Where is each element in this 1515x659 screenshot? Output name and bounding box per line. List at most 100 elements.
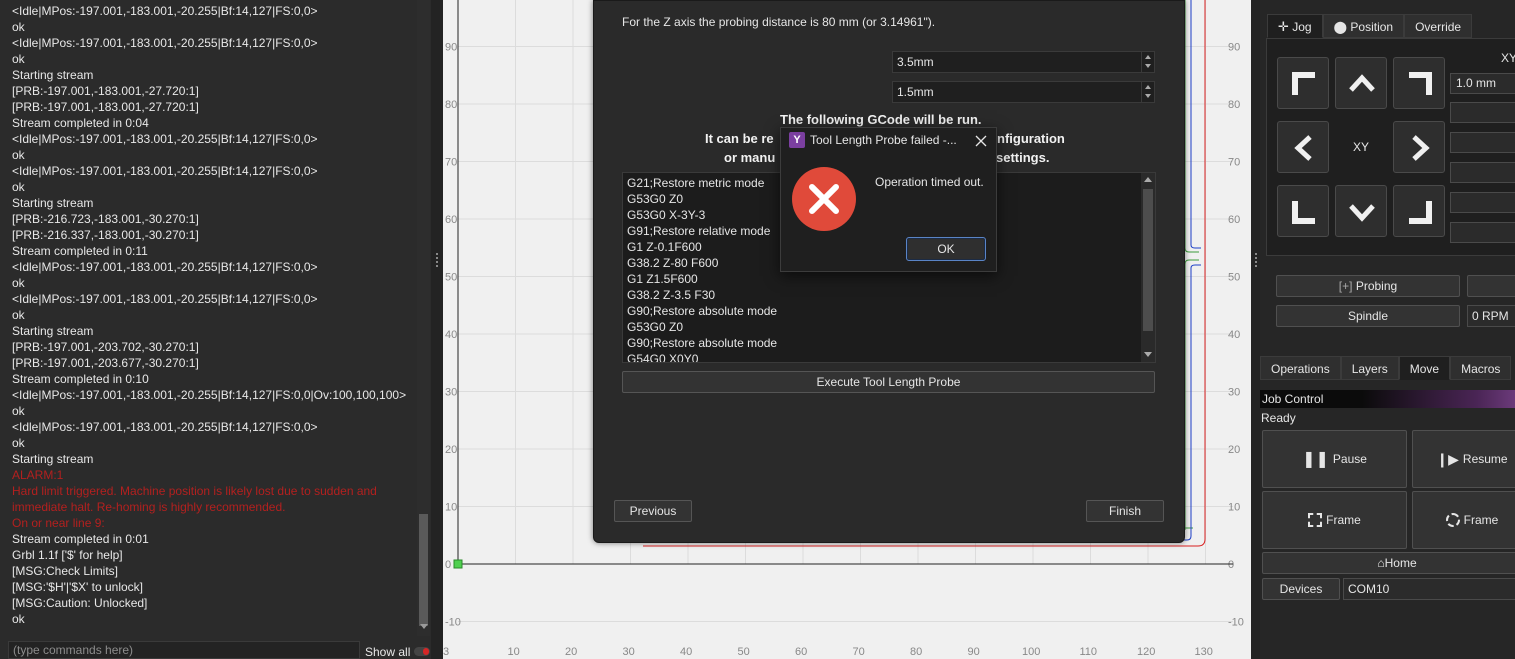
home-button[interactable]: ⌂Home bbox=[1262, 552, 1515, 574]
jog-up-right-button[interactable] bbox=[1393, 57, 1445, 109]
scroll-down-arrow-icon[interactable] bbox=[1144, 352, 1152, 357]
tab-position[interactable]: ⬤ Position bbox=[1322, 14, 1405, 38]
resume-icon: ❙▶ bbox=[1436, 450, 1459, 467]
frame-button[interactable]: Frame bbox=[1262, 491, 1407, 549]
gcode-line: G1 Z1.5F600 bbox=[627, 272, 698, 286]
retract-distance-spinbox[interactable]: 1.5mm bbox=[892, 81, 1155, 103]
frame-circle-button[interactable]: Frame bbox=[1412, 491, 1515, 549]
tab-jog-label: Jog bbox=[1292, 20, 1312, 34]
devices-label: Devices bbox=[1279, 582, 1323, 596]
console-line: [PRB:-216.337,-183.001,-30.270:1] bbox=[12, 228, 199, 242]
tab-jog[interactable]: ✛ Jog bbox=[1267, 14, 1323, 38]
console-line: Starting stream bbox=[12, 324, 94, 338]
app-icon: Y bbox=[789, 132, 805, 148]
jog-field-3[interactable] bbox=[1450, 162, 1515, 183]
arrow-down-right-icon bbox=[1409, 201, 1432, 224]
y-tick-label: 0 bbox=[1228, 559, 1234, 571]
tab-macros[interactable]: Macros bbox=[1450, 356, 1512, 380]
probing-button[interactable]: [+] Probing bbox=[1276, 275, 1460, 297]
console-line: On or near line 9: bbox=[12, 516, 105, 530]
console-line: Starting stream bbox=[12, 68, 94, 82]
show-all-toggle[interactable] bbox=[414, 647, 430, 656]
pause-icon: ❚❚ bbox=[1302, 451, 1329, 468]
splitter-grip-icon bbox=[436, 253, 438, 269]
gcode-scrollbar[interactable] bbox=[1141, 173, 1155, 362]
jog-left-button[interactable] bbox=[1277, 121, 1329, 173]
crosshair-icon: ✛ bbox=[1278, 19, 1289, 34]
spin-arrows-icon[interactable] bbox=[1141, 82, 1154, 102]
tab-layers[interactable]: Layers bbox=[1340, 356, 1399, 380]
gcode-line: G53G0 Z0 bbox=[627, 320, 684, 334]
frame-label: Frame bbox=[1326, 513, 1361, 527]
gcode-scroll-thumb[interactable] bbox=[1143, 189, 1153, 331]
y-tick-label: 40 bbox=[445, 329, 457, 341]
pause-button[interactable]: ❚❚ Pause bbox=[1262, 430, 1407, 488]
probe-extra-button[interactable] bbox=[1467, 275, 1515, 297]
x-tick-label: 10 bbox=[508, 646, 520, 658]
jog-field-1[interactable] bbox=[1450, 102, 1515, 123]
jog-field-4[interactable] bbox=[1450, 192, 1515, 213]
y-tick-label: 0 bbox=[445, 559, 451, 571]
console-line: [MSG:Check Limits] bbox=[12, 564, 119, 578]
console-line: Stream completed in 0:10 bbox=[12, 372, 149, 386]
y-tick-label: 20 bbox=[1228, 444, 1240, 456]
devices-button[interactable]: Devices bbox=[1262, 578, 1340, 600]
y-tick-label: 10 bbox=[445, 502, 457, 514]
job-control-label: Job Control bbox=[1262, 392, 1324, 406]
jog-up-button[interactable] bbox=[1335, 57, 1387, 109]
console-line: <Idle|MPos:-197.001,-183.001,-20.255|Bf:… bbox=[12, 260, 318, 274]
show-all-label: Show all bbox=[365, 645, 411, 659]
jog-field-5[interactable] bbox=[1450, 222, 1515, 243]
tab-override-label: Override bbox=[1415, 20, 1462, 34]
y-tick-label: -10 bbox=[445, 617, 461, 629]
job-status: Ready bbox=[1261, 411, 1296, 425]
resume-button[interactable]: ❙▶ Resume bbox=[1412, 430, 1515, 488]
gcode-heading: The following GCode will be run. bbox=[780, 112, 982, 127]
previous-button[interactable]: Previous bbox=[614, 500, 692, 522]
tab-operations[interactable]: Operations bbox=[1260, 356, 1341, 380]
jog-up-left-button[interactable] bbox=[1277, 57, 1329, 109]
scroll-up-arrow-icon[interactable] bbox=[1144, 177, 1152, 182]
x-tick-label: 80 bbox=[910, 646, 922, 658]
scroll-down-arrow-icon[interactable] bbox=[420, 624, 428, 629]
jog-down-left-button[interactable] bbox=[1277, 185, 1329, 237]
tab-move-label: Move bbox=[1409, 362, 1440, 376]
tab-move[interactable]: Move bbox=[1398, 356, 1451, 380]
console-line: <Idle|MPos:-197.001,-183.001,-20.255|Bf:… bbox=[12, 292, 318, 306]
ok-button[interactable]: OK bbox=[906, 237, 986, 261]
console-line: Stream completed in 0:01 bbox=[12, 532, 149, 546]
close-icon[interactable] bbox=[973, 133, 989, 149]
finish-button[interactable]: Finish bbox=[1086, 500, 1164, 522]
console-scrollbar[interactable] bbox=[417, 0, 430, 636]
probe-depth-spinbox[interactable]: 3.5mm bbox=[892, 51, 1155, 73]
y-tick-label: 20 bbox=[445, 444, 457, 456]
console-line: ok bbox=[12, 436, 25, 450]
spindle-rpm-field: 0 RPM bbox=[1467, 305, 1515, 327]
jog-down-right-button[interactable] bbox=[1393, 185, 1445, 237]
job-control-header: Job Control bbox=[1260, 390, 1515, 408]
jog-right-button[interactable] bbox=[1393, 121, 1445, 173]
spindle-rpm-value: 0 RPM bbox=[1472, 309, 1509, 323]
console-line: [PRB:-197.001,-183.001,-27.720:1] bbox=[12, 100, 199, 114]
spindle-button[interactable]: Spindle bbox=[1276, 305, 1460, 327]
top-tabbar: ✛ Jog ⬤ Position Override bbox=[1267, 14, 1473, 38]
console-scroll-thumb[interactable] bbox=[419, 514, 428, 626]
gcode-line: G90;Restore absolute mode bbox=[627, 336, 778, 350]
port-select[interactable]: COM10 bbox=[1343, 578, 1515, 600]
tab-override[interactable]: Override bbox=[1404, 14, 1473, 38]
command-input[interactable] bbox=[8, 641, 360, 659]
console-line: ok bbox=[12, 612, 25, 626]
right-splitter[interactable] bbox=[1251, 0, 1260, 659]
jog-down-button[interactable] bbox=[1335, 185, 1387, 237]
x-tick-label: 30 bbox=[623, 646, 635, 658]
spin-arrows-icon[interactable] bbox=[1141, 52, 1154, 72]
execute-tool-length-probe-button[interactable]: Execute Tool Length Probe bbox=[622, 371, 1155, 393]
console-line: ok bbox=[12, 308, 25, 322]
console-line: [MSG:Caution: Unlocked] bbox=[12, 596, 148, 610]
console-line: Starting stream bbox=[12, 196, 94, 210]
gcode-note-line1-start: It can be re bbox=[705, 131, 774, 146]
x-tick-label: 20 bbox=[565, 646, 577, 658]
jog-field-2[interactable] bbox=[1450, 132, 1515, 153]
console-splitter[interactable] bbox=[431, 0, 443, 659]
xy-step-field[interactable]: 1.0 mm bbox=[1450, 73, 1515, 94]
